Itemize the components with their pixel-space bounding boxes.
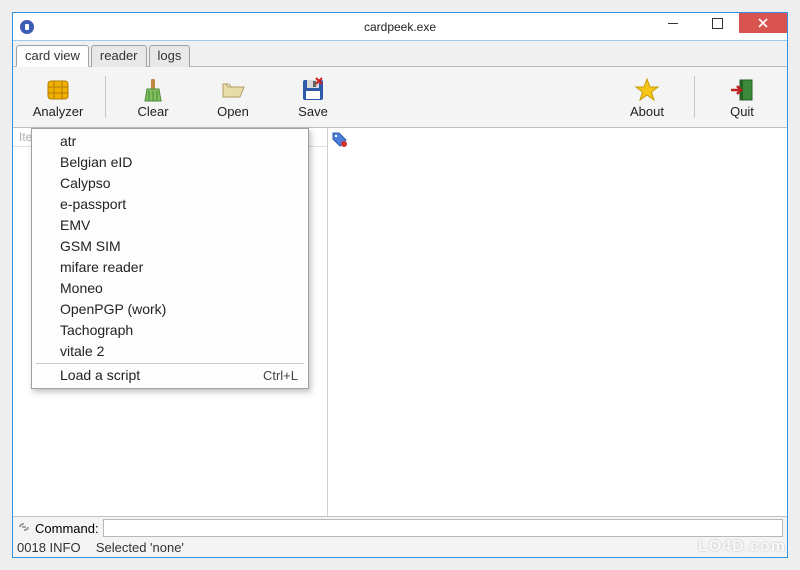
about-button[interactable]: About [608,71,686,123]
menu-item-openpgp[interactable]: OpenPGP (work) [32,299,308,320]
open-label: Open [217,104,249,119]
status-bar: 0018 INFO Selected 'none' [13,539,787,557]
content-area: Items Size Interpreted value atr Belgian… [13,128,787,516]
menu-separator [36,363,304,364]
titlebar: cardpeek.exe [13,13,787,41]
tab-card-view[interactable]: card view [16,45,89,67]
toolbar: Analyzer Clear Open Save About [13,67,787,128]
quit-label: Quit [730,104,754,119]
tree-pane: Items Size Interpreted value atr Belgian… [13,128,328,516]
open-button[interactable]: Open [194,71,272,123]
menu-item-calypso[interactable]: Calypso [32,173,308,194]
detail-pane [328,128,787,516]
command-bar: Command: [13,516,787,539]
save-label: Save [298,104,328,119]
shortcut-label: Ctrl+L [263,366,298,385]
star-icon [634,76,660,104]
about-label: About [630,104,664,119]
menu-item-atr[interactable]: atr [32,131,308,152]
analyzer-menu: atr Belgian eID Calypso e-passport EMV G… [31,128,309,389]
tab-logs[interactable]: logs [149,45,191,67]
menu-item-emv[interactable]: EMV [32,215,308,236]
quit-button[interactable]: Quit [703,71,781,123]
chain-icon [17,520,31,537]
chip-icon [45,76,71,104]
separator [694,76,695,118]
menu-item-tachograph[interactable]: Tachograph [32,320,308,341]
close-button[interactable] [739,13,787,33]
menu-item-load-script[interactable]: Load a script Ctrl+L [32,365,308,386]
save-button[interactable]: Save [274,71,352,123]
status-message: Selected 'none' [96,540,184,555]
menu-item-moneo[interactable]: Moneo [32,278,308,299]
app-icon [19,19,35,35]
command-label: Command: [35,521,99,536]
clear-button[interactable]: Clear [114,71,192,123]
window-controls [651,13,787,35]
app-window: cardpeek.exe card view reader logs Analy… [12,12,788,558]
tab-reader[interactable]: reader [91,45,147,67]
tab-bar: card view reader logs [13,41,787,67]
menu-item-vitale2[interactable]: vitale 2 [32,341,308,362]
command-input[interactable] [103,519,783,537]
tag-icon [332,136,348,151]
analyzer-label: Analyzer [33,104,84,119]
minimize-button[interactable] [651,13,695,33]
menu-item-mifare-reader[interactable]: mifare reader [32,257,308,278]
menu-item-gsm-sim[interactable]: GSM SIM [32,236,308,257]
status-code: 0018 INFO [17,540,81,555]
clear-label: Clear [137,104,168,119]
menu-item-e-passport[interactable]: e-passport [32,194,308,215]
folder-open-icon [220,76,246,104]
broom-icon [140,76,166,104]
menu-item-belgian-eid[interactable]: Belgian eID [32,152,308,173]
analyzer-button[interactable]: Analyzer [19,71,97,123]
exit-icon [729,76,755,104]
floppy-save-icon [300,76,326,104]
separator [105,76,106,118]
maximize-button[interactable] [695,13,739,33]
